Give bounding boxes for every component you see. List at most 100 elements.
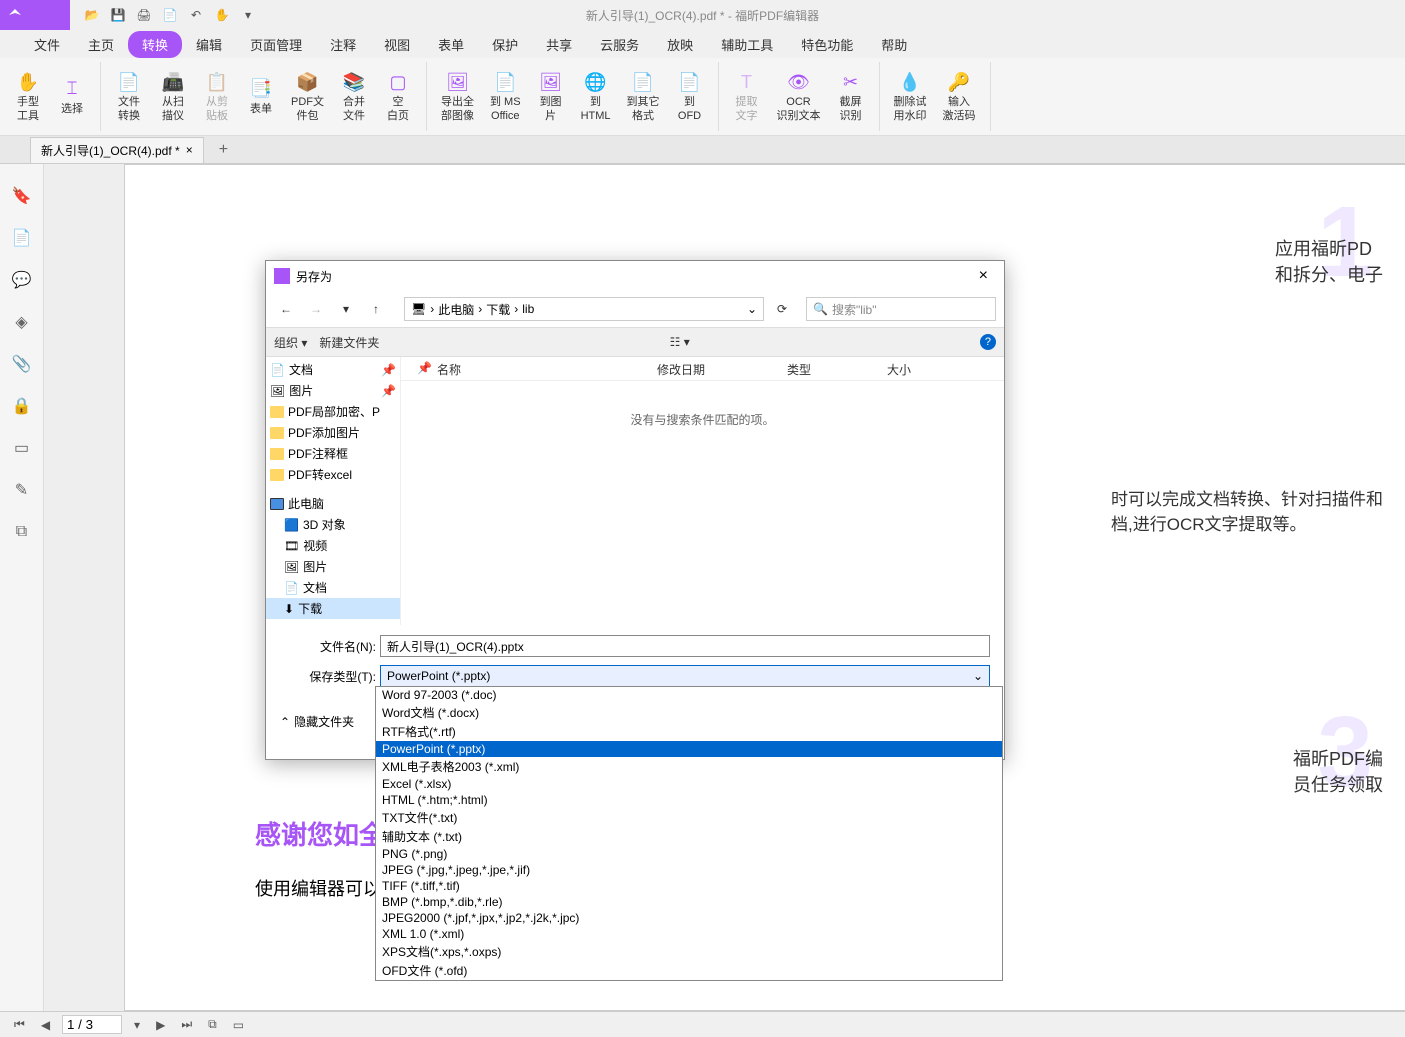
folder-tree[interactable]: 📄文档📌 🖼图片📌 PDF局部加密、P PDF添加图片 PDF注释框 PDF转e… bbox=[266, 357, 401, 625]
security-icon[interactable]: 🔒 bbox=[10, 394, 34, 418]
dropdown-option[interactable]: JPEG2000 (*.jpf,*.jpx,*.jp2,*.j2k,*.jpc) bbox=[376, 910, 1002, 926]
export-images-button[interactable]: 🖼导出全 部图像 bbox=[435, 62, 480, 131]
copy-icon[interactable]: ⧉ bbox=[204, 1017, 221, 1032]
new-folder-button[interactable]: 新建文件夹 bbox=[319, 334, 379, 351]
compare-icon[interactable]: ⧉ bbox=[10, 520, 34, 544]
col-name[interactable]: 名称 bbox=[429, 357, 649, 380]
tree-item[interactable]: PDF转excel bbox=[266, 464, 400, 485]
refresh-button[interactable]: ⟳ bbox=[770, 297, 794, 321]
menu-item-1[interactable]: 主页 bbox=[74, 31, 128, 58]
menu-item-9[interactable]: 共享 bbox=[532, 31, 586, 58]
view-icon[interactable]: ▭ bbox=[229, 1018, 248, 1032]
breadcrumb-segment[interactable]: 下载 bbox=[486, 301, 510, 318]
save-icon[interactable]: 💾 bbox=[106, 3, 130, 27]
close-tab-icon[interactable]: × bbox=[186, 143, 193, 157]
filetype-dropdown[interactable]: Word 97-2003 (*.doc)Word文档 (*.docx)RTF格式… bbox=[375, 686, 1003, 981]
forward-button[interactable]: → bbox=[304, 297, 328, 321]
first-page-button[interactable]: ⏮ bbox=[10, 1017, 29, 1032]
tree-item[interactable]: PDF注释框 bbox=[266, 443, 400, 464]
menu-item-6[interactable]: 视图 bbox=[370, 31, 424, 58]
dropdown-option[interactable]: TIFF (*.tiff,*.tif) bbox=[376, 878, 1002, 894]
dropdown-option[interactable]: Word文档 (*.docx) bbox=[376, 703, 1002, 722]
remove-watermark-button[interactable]: 💧删除试 用水印 bbox=[888, 62, 933, 131]
dropdown-option[interactable]: PNG (*.png) bbox=[376, 846, 1002, 862]
breadcrumb-segment[interactable]: lib bbox=[522, 302, 534, 316]
qat-more-icon[interactable]: ▾ bbox=[236, 3, 260, 27]
menu-item-11[interactable]: 放映 bbox=[653, 31, 707, 58]
signatures-icon[interactable]: ✎ bbox=[10, 478, 34, 502]
help-button[interactable]: ? bbox=[980, 334, 996, 350]
col-date[interactable]: 修改日期 bbox=[649, 357, 779, 380]
dropdown-option[interactable]: OFD文件 (*.ofd) bbox=[376, 961, 1002, 980]
pdf-package-button[interactable]: 📦PDF文 件包 bbox=[285, 62, 330, 131]
to-ofd-button[interactable]: 📄到 OFD bbox=[670, 62, 710, 131]
blank-page-button[interactable]: ▢空 白页 bbox=[378, 62, 418, 131]
menu-item-14[interactable]: 帮助 bbox=[867, 31, 921, 58]
merge-button[interactable]: 📚合并 文件 bbox=[334, 62, 374, 131]
col-pin[interactable]: 📌 bbox=[409, 357, 429, 380]
organize-button[interactable]: 组织 ▾ bbox=[274, 334, 307, 351]
dropdown-option[interactable]: 辅助文本 (*.txt) bbox=[376, 827, 1002, 846]
tree-item[interactable]: 📄文档📌 bbox=[266, 359, 400, 380]
tree-item[interactable]: 🖼图片 bbox=[266, 556, 400, 577]
ocr-button[interactable]: 👁OCR 识别文本 bbox=[771, 62, 827, 131]
back-button[interactable]: ← bbox=[274, 297, 298, 321]
last-page-button[interactable]: ⏭ bbox=[177, 1017, 196, 1032]
form-button[interactable]: 📑表单 bbox=[241, 62, 281, 131]
select-button[interactable]: ⌶选择 bbox=[52, 62, 92, 131]
file-convert-button[interactable]: 📄文件 转换 bbox=[109, 62, 149, 131]
dropdown-option[interactable]: Excel (*.xlsx) bbox=[376, 776, 1002, 792]
new-icon[interactable]: 📄 bbox=[158, 3, 182, 27]
add-tab-button[interactable]: + bbox=[219, 141, 228, 159]
extract-text-button[interactable]: T提取 文字 bbox=[727, 62, 767, 131]
tree-item[interactable]: PDF局部加密、P bbox=[266, 401, 400, 422]
recent-dropdown[interactable]: ▾ bbox=[334, 297, 358, 321]
hide-folders-button[interactable]: ⌃ 隐藏文件夹 bbox=[280, 713, 354, 730]
activate-button[interactable]: 🔑输入 激活码 bbox=[937, 62, 982, 131]
touch-icon[interactable]: ✋ bbox=[210, 3, 234, 27]
filename-input[interactable] bbox=[380, 635, 990, 657]
dropdown-option[interactable]: TXT文件(*.txt) bbox=[376, 808, 1002, 827]
prev-page-button[interactable]: ◀ bbox=[37, 1018, 54, 1032]
undo-icon[interactable]: ↶ bbox=[184, 3, 208, 27]
attachments-icon[interactable]: 📎 bbox=[10, 352, 34, 376]
dropdown-option[interactable]: HTML (*.htm;*.html) bbox=[376, 792, 1002, 808]
breadcrumb[interactable]: 🖥 › 此电脑 › 下载 › lib ⌄ bbox=[404, 297, 764, 321]
search-input[interactable]: 🔍 搜索"lib" bbox=[806, 297, 996, 321]
pages-icon[interactable]: 📄 bbox=[10, 226, 34, 250]
dropdown-option[interactable]: Word 97-2003 (*.doc) bbox=[376, 687, 1002, 703]
menu-item-13[interactable]: 特色功能 bbox=[787, 31, 867, 58]
from-scanner-button[interactable]: 📠从扫 描仪 bbox=[153, 62, 193, 131]
menu-item-0[interactable]: 文件 bbox=[20, 31, 74, 58]
tree-item[interactable]: 🟦3D 对象 bbox=[266, 514, 400, 535]
next-page-button[interactable]: ▶ bbox=[152, 1018, 169, 1032]
dropdown-option[interactable]: XML 1.0 (*.xml) bbox=[376, 926, 1002, 942]
comments-icon[interactable]: 💬 bbox=[10, 268, 34, 292]
menu-item-4[interactable]: 页面管理 bbox=[236, 31, 316, 58]
from-clipboard-button[interactable]: 📋从剪 贴板 bbox=[197, 62, 237, 131]
menu-item-12[interactable]: 辅助工具 bbox=[707, 31, 787, 58]
fields-icon[interactable]: ▭ bbox=[10, 436, 34, 460]
dropdown-option[interactable]: JPEG (*.jpg,*.jpeg,*.jpe,*.jif) bbox=[376, 862, 1002, 878]
tree-item[interactable]: 📄文档 bbox=[266, 577, 400, 598]
to-image-button[interactable]: 🖼到图 片 bbox=[531, 62, 571, 131]
dropdown-option[interactable]: RTF格式(*.rtf) bbox=[376, 722, 1002, 741]
print-icon[interactable]: 🖨 bbox=[132, 3, 156, 27]
dropdown-option[interactable]: XPS文档(*.xps,*.oxps) bbox=[376, 942, 1002, 961]
tree-item-this-pc[interactable]: 此电脑 bbox=[266, 493, 400, 514]
menu-item-5[interactable]: 注释 bbox=[316, 31, 370, 58]
to-other-button[interactable]: 📄到其它 格式 bbox=[621, 62, 666, 131]
menu-item-7[interactable]: 表单 bbox=[424, 31, 478, 58]
tree-item[interactable]: 🎞视频 bbox=[266, 535, 400, 556]
layers-icon[interactable]: ◈ bbox=[10, 310, 34, 334]
to-html-button[interactable]: 🌐到 HTML bbox=[575, 62, 617, 131]
screenshot-ocr-button[interactable]: ✂截屏 识别 bbox=[831, 62, 871, 131]
tree-item[interactable]: 🖼图片📌 bbox=[266, 380, 400, 401]
col-type[interactable]: 类型 bbox=[779, 357, 879, 380]
menu-item-2[interactable]: 转换 bbox=[128, 31, 182, 58]
dropdown-option[interactable]: PowerPoint (*.pptx) bbox=[376, 741, 1002, 757]
tree-item[interactable]: PDF添加图片 bbox=[266, 422, 400, 443]
menu-item-10[interactable]: 云服务 bbox=[586, 31, 653, 58]
to-office-button[interactable]: 📄到 MS Office bbox=[484, 62, 527, 131]
hand-tool-button[interactable]: ✋手型 工具 bbox=[8, 62, 48, 131]
